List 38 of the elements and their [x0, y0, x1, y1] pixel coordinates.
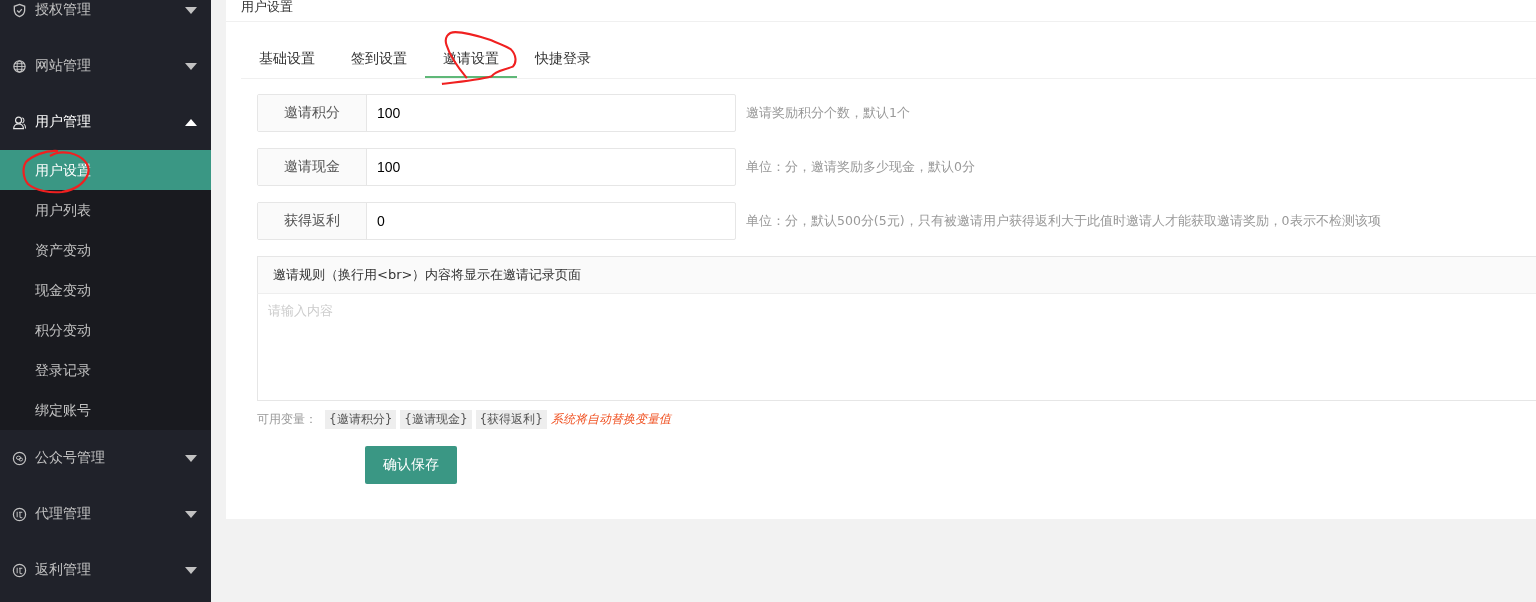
- card-title: 用户设置: [241, 0, 293, 14]
- variables-label: 可用变量：: [257, 411, 317, 428]
- chat-circle-icon: [12, 450, 27, 466]
- field-hint: 邀请奖励积分个数，默认1个: [746, 104, 910, 122]
- variable-tag: {获得返利}: [475, 410, 547, 429]
- menu-label: 公众号管理: [35, 449, 106, 467]
- submenu-item[interactable]: 用户列表: [0, 190, 211, 230]
- user-icon: [12, 114, 27, 130]
- menu-item[interactable]: 授权管理: [0, 0, 211, 38]
- menu-label: 网站管理: [35, 57, 92, 75]
- shield-icon: [12, 2, 27, 18]
- tab[interactable]: 快捷登录: [517, 40, 609, 78]
- submenu-item[interactable]: 现金变动: [0, 270, 211, 310]
- menu-item[interactable]: 公众号管理: [0, 430, 211, 486]
- menu-item[interactable]: 用户管理: [0, 94, 211, 150]
- menu-item[interactable]: 代理管理: [0, 486, 211, 542]
- globe-icon: [12, 58, 27, 74]
- submenu-item[interactable]: 绑定账号: [0, 390, 211, 430]
- menu-label: 授权管理: [35, 1, 92, 19]
- submenu-item[interactable]: 积分变动: [0, 310, 211, 350]
- menu-label: 代理管理: [35, 505, 92, 523]
- menu-item[interactable]: 网站管理: [0, 38, 211, 94]
- variable-tag: {邀请积分}: [325, 410, 397, 429]
- submenu-item[interactable]: 资产变动: [0, 230, 211, 270]
- submenu-item[interactable]: 登录记录: [0, 350, 211, 390]
- circle-icon: [12, 506, 27, 522]
- menu-label: 用户管理: [35, 113, 92, 131]
- save-button[interactable]: 确认保存: [365, 446, 457, 484]
- circle-icon: [12, 562, 27, 578]
- textarea-label: 邀请规则（换行用<br>）内容将显示在邀请记录页面: [257, 256, 1536, 294]
- field-hint: 单位：分，默认500分(5元)，只有被邀请用户获得返利大于此值时邀请人才能获取邀请奖励，0表示不检测该项: [746, 212, 1381, 230]
- field-hint: 单位：分，邀请奖励多少现金，默认0分: [746, 158, 975, 176]
- tab[interactable]: 基础设置: [241, 40, 333, 78]
- menu-item[interactable]: 返利管理: [0, 542, 211, 598]
- menu-label: 返利管理: [35, 561, 92, 579]
- tab[interactable]: 签到设置: [333, 40, 425, 78]
- variables-note: 系统将自动替换变量值: [550, 411, 671, 428]
- variable-tag: {邀请现金}: [400, 410, 472, 429]
